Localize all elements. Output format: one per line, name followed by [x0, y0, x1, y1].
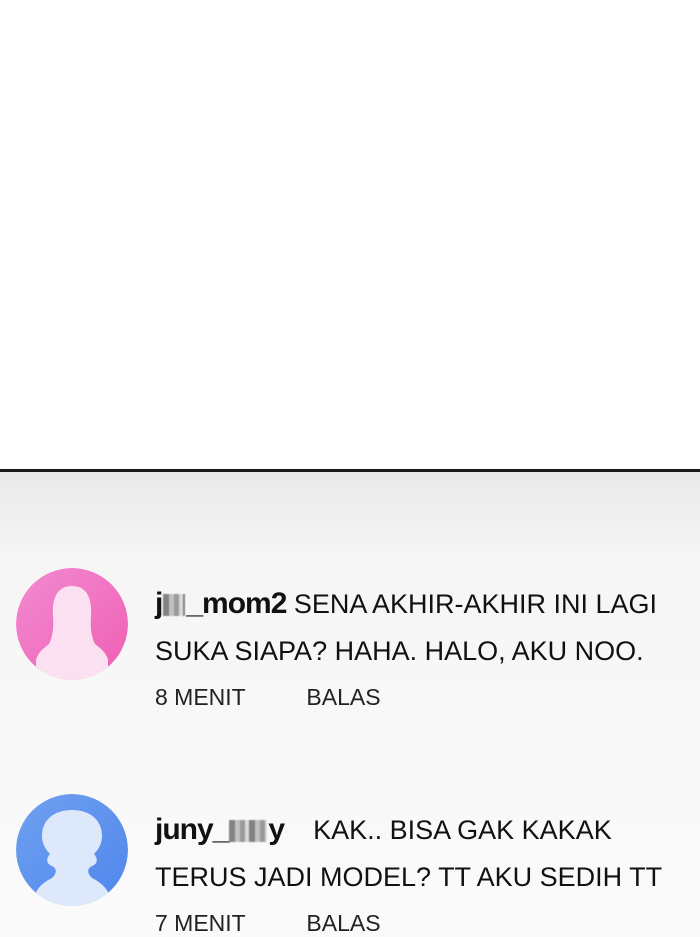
comment-text-line-2: SUKA SIAPA? HAHA. HALO, AKU NOO. — [155, 636, 644, 666]
avatar[interactable] — [16, 568, 128, 680]
reply-button[interactable]: BALAS — [306, 677, 380, 717]
comment-timestamp: 7 MENIT — [155, 910, 246, 936]
reply-button[interactable]: BALAS — [306, 903, 380, 937]
webtoon-page: j _mom2 SENA AKHIR-AKHIR INI LAGI SUKA SI… — [0, 0, 700, 937]
comment-text: KAK.. BISA GAK KAKAK — [313, 815, 612, 845]
comment-meta: 7 MENIT BALAS — [155, 903, 700, 937]
username[interactable]: juny_ y — [155, 813, 285, 846]
comment-line-1: j _mom2 SENA AKHIR-AKHIR INI LAGI — [155, 582, 700, 626]
redacted-username-part — [163, 594, 186, 617]
comment-text: SENA AKHIR-AKHIR INI LAGI — [293, 589, 658, 619]
comment-list: j _mom2 SENA AKHIR-AKHIR INI LAGI SUKA SI… — [0, 472, 700, 937]
comment-body: juny_ y KAK.. BISA GAK KAKAK TERUS JADI M… — [155, 808, 700, 937]
comment-line-1: juny_ y KAK.. BISA GAK KAKAK — [155, 808, 700, 852]
blank-panel — [0, 0, 700, 470]
comment-timestamp: 8 MENIT — [155, 684, 246, 710]
female-silhouette-icon — [16, 568, 128, 680]
comment-text-line-2: TERUS JADI MODEL? TT AKU SEDIH TT — [155, 862, 663, 892]
avatar[interactable] — [16, 794, 128, 906]
person-silhouette-icon — [16, 794, 128, 906]
comment-body: j _mom2 SENA AKHIR-AKHIR INI LAGI SUKA SI… — [155, 582, 700, 717]
username[interactable]: j _mom2 — [155, 587, 287, 620]
redacted-username-part — [229, 820, 268, 843]
comment-meta: 8 MENIT BALAS — [155, 677, 700, 717]
